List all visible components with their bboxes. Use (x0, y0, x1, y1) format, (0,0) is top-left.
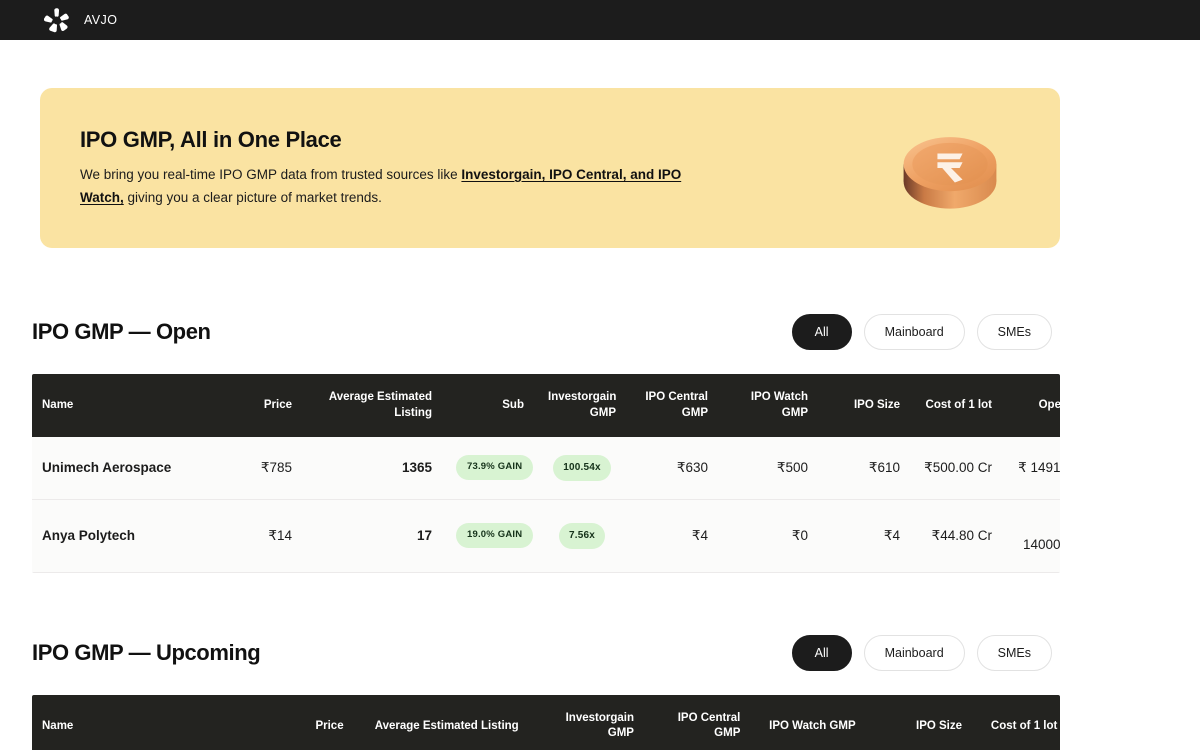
col-header-price[interactable]: Price (242, 374, 304, 438)
page-content: IPO GMP, All in One Place We bring you r… (0, 88, 1200, 750)
col-header-price[interactable]: Price (286, 694, 356, 750)
cell-sub-badge-container: 100.54x (536, 437, 628, 500)
col-header-cost-of-1-lot[interactable]: Cost of 1 lot (912, 374, 1004, 438)
col-header-cost-of-1-lot[interactable]: Cost of 1 lot (974, 694, 1060, 750)
table-row[interactable]: Anya Polytech ₹14 17 19.0% GAIN 7.56x ₹4… (32, 499, 1060, 573)
filter-smes-upcoming[interactable]: SMEs (976, 634, 1052, 671)
section-header-open: IPO GMP — Open All Mainboard SMEs (32, 314, 1060, 350)
cell-investorgain-gmp: ₹630 (628, 437, 720, 500)
cell-name: Unimech Aerospace (32, 437, 242, 500)
cell-name: Anya Polytech (32, 499, 242, 573)
cell-average-estimated-listing: 1365 (304, 437, 444, 500)
col-header-investorgain-gmp[interactable]: Investorgain GMP (536, 374, 628, 438)
col-header-ipo-watch-gmp[interactable]: IPO Watch GMP (752, 694, 868, 750)
cell-investorgain-gmp: ₹4 (628, 499, 720, 573)
hero-description-part1: We bring you real-time IPO GMP data from… (80, 166, 462, 182)
filter-all-open[interactable]: All (791, 314, 852, 350)
col-header-name[interactable]: Name (32, 694, 287, 750)
cell-gain-badge-container: 73.9% GAIN (444, 437, 536, 500)
table-container-upcoming[interactable]: Name Price Average Estimated Listing Inv… (32, 694, 1060, 750)
brand-name-label: AVJO (84, 13, 118, 27)
status-badge-gain: 73.9% GAIN (456, 455, 534, 481)
cell-average-estimated-listing: 17 (304, 499, 444, 573)
table-body-open: Unimech Aerospace ₹785 1365 73.9% GAIN 1… (32, 437, 1060, 573)
col-header-name[interactable]: Name (32, 374, 242, 438)
cell-price: ₹14 (242, 499, 304, 573)
hero-text-block: IPO GMP, All in One Place We bring you r… (80, 127, 720, 209)
status-badge-sub: 100.54x (553, 455, 611, 481)
cell-ipo-watch-gmp: ₹4 (820, 499, 912, 573)
cell-ipo-size: ₹44.80 Cr (912, 499, 1004, 573)
table-head-upcoming: Name Price Average Estimated Listing Inv… (32, 694, 1060, 750)
col-header-ipo-watch-gmp[interactable]: IPO Watch GMP (720, 374, 820, 438)
section-title-upcoming: IPO GMP — Upcoming (32, 639, 261, 665)
rupee-coin-3d-icon (892, 110, 1008, 226)
avjo-flower-logo-icon (43, 7, 70, 33)
col-header-ipo-central-gmp[interactable]: IPO Central GMP (645, 694, 753, 750)
col-header-average-estimated-listing[interactable]: Average Estimated Listing (355, 694, 531, 750)
status-badge-sub: 7.56x (558, 523, 606, 549)
table-header-row: Name Price Average Estimated Listing Inv… (32, 694, 1060, 750)
table-header-row: Name Price Average Estimated Listing Sub… (32, 374, 1060, 438)
hero-description: We bring you real-time IPO GMP data from… (80, 163, 720, 209)
col-header-ipo-size[interactable]: IPO Size (867, 694, 975, 750)
cell-gain-badge-container: 19.0% GAIN (444, 499, 536, 573)
col-header-average-estimated-listing[interactable]: Average Estimated Listing (304, 374, 444, 438)
col-header-investorgain-gmp[interactable]: Investorgain GMP (530, 694, 646, 750)
cell-ipo-watch-gmp: ₹610 (820, 437, 912, 500)
top-navigation-bar: AVJO (0, 0, 1200, 40)
col-header-ipo-size[interactable]: IPO Size (820, 374, 912, 438)
filter-all-upcoming[interactable]: All (791, 634, 852, 671)
cell-cost-of-1-lot: ₹ 14915 (1004, 437, 1060, 500)
section-ipo-gmp-upcoming: IPO GMP — Upcoming All Mainboard SMEs Na… (32, 634, 1060, 750)
col-header-sub[interactable]: Sub (444, 374, 536, 438)
section-ipo-gmp-open: IPO GMP — Open All Mainboard SMEs Name P… (32, 314, 1060, 573)
section-title-open: IPO GMP — Open (32, 319, 211, 344)
ipo-gmp-upcoming-table: Name Price Average Estimated Listing Inv… (32, 694, 1060, 750)
col-header-open[interactable]: Open (1004, 374, 1060, 438)
brand-logo-link[interactable]: AVJO (43, 7, 118, 33)
table-row[interactable]: Unimech Aerospace ₹785 1365 73.9% GAIN 1… (32, 437, 1060, 500)
col-header-ipo-central-gmp[interactable]: IPO Central GMP (628, 374, 720, 438)
table-container-open[interactable]: Name Price Average Estimated Listing Sub… (32, 374, 1060, 573)
cell-cost-of-1-lot: ₹ 140000 (1004, 499, 1060, 573)
ipo-gmp-open-table: Name Price Average Estimated Listing Sub… (32, 374, 1060, 573)
table-head-open: Name Price Average Estimated Listing Sub… (32, 374, 1060, 438)
filter-mainboard-upcoming[interactable]: Mainboard (863, 634, 965, 671)
hero-title: IPO GMP, All in One Place (80, 126, 342, 152)
filter-smes-open[interactable]: SMEs (976, 314, 1052, 350)
hero-description-part2: giving you a clear picture of market tre… (123, 190, 382, 205)
cell-ipo-central-gmp: ₹500 (720, 437, 820, 500)
filter-group-upcoming: All Mainboard SMEs (791, 634, 1060, 671)
cell-sub-badge-container: 7.56x (536, 499, 628, 573)
status-badge-gain: 19.0% GAIN (456, 523, 534, 549)
cell-ipo-central-gmp: ₹0 (720, 499, 820, 573)
section-header-upcoming: IPO GMP — Upcoming All Mainboard SMEs (32, 634, 1060, 671)
cell-price: ₹785 (242, 437, 304, 500)
cell-ipo-size: ₹500.00 Cr (912, 437, 1004, 500)
filter-group-open: All Mainboard SMEs (791, 314, 1060, 350)
hero-banner: IPO GMP, All in One Place We bring you r… (40, 88, 1060, 248)
filter-mainboard-open[interactable]: Mainboard (863, 314, 965, 350)
